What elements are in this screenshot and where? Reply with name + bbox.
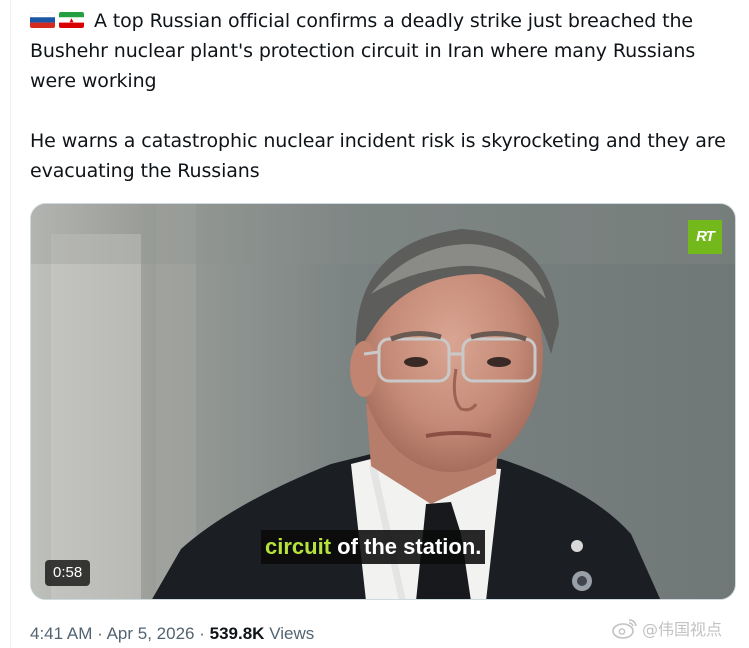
video-subtitle: circuit of the station.	[261, 530, 486, 564]
tweet-paragraph-1: A top Russian official confirms a deadly…	[30, 6, 730, 96]
subtitle-rest: of the station.	[337, 534, 482, 559]
tweet-paragraph-1-text: A top Russian official confirms a deadly…	[30, 10, 696, 92]
subtitle-highlight: circuit	[265, 534, 332, 559]
russia-flag-icon	[30, 12, 55, 28]
weibo-watermark: @伟国视点	[612, 614, 722, 642]
tweet-date: Apr 5, 2026	[106, 624, 195, 643]
tweet-paragraph-2: He warns a catastrophic nuclear incident…	[30, 130, 726, 182]
video-duration-badge: 0:58	[45, 560, 91, 586]
iran-flag-icon	[59, 12, 84, 28]
weibo-icon	[612, 619, 637, 639]
tweet-metadata: 4:41 AM · Apr 5, 2026 · 539.8K Views	[30, 622, 314, 646]
tweet-timestamp-link[interactable]: 4:41 AM · Apr 5, 2026	[30, 624, 194, 643]
timeline-border	[0, 0, 11, 648]
meta-separator-2: ·	[199, 624, 205, 643]
views-label: Views	[269, 624, 315, 643]
watermark-text: @伟国视点	[642, 620, 723, 639]
rt-channel-logo: RT	[688, 220, 722, 254]
video-player[interactable]: RT circuit of the station. 0:58	[30, 203, 736, 600]
meta-separator-1: ·	[97, 624, 103, 643]
tweet-text: A top Russian official confirms a deadly…	[30, 6, 730, 186]
views-count: 539.8K	[209, 624, 265, 643]
tweet-time: 4:41 AM	[30, 624, 93, 643]
